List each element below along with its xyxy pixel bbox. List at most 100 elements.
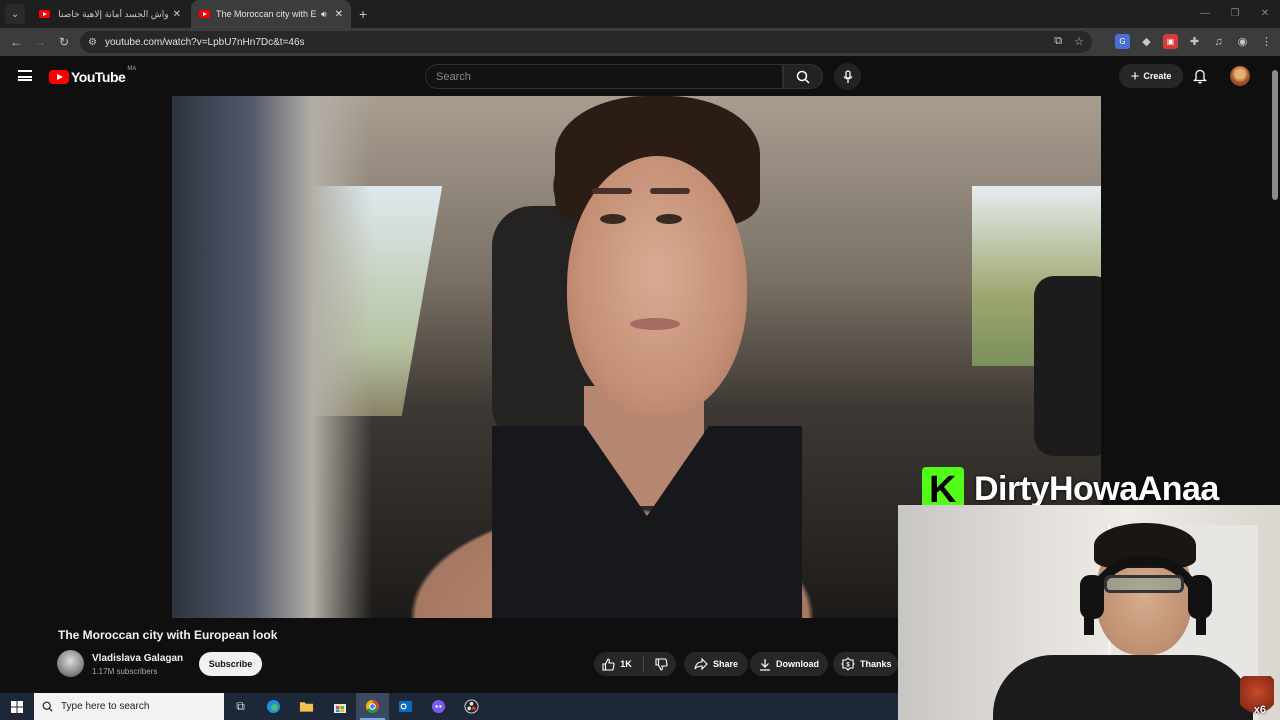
site-info-icon[interactable]: ⚙︎ (88, 37, 97, 48)
thanks-button[interactable]: $ Thanks (833, 652, 898, 676)
chrome-icon[interactable] (356, 693, 389, 720)
streamer-name: DirtyHowaAnaa (974, 469, 1219, 508)
discord-like-app-icon[interactable] (422, 693, 455, 720)
share-icon (694, 658, 708, 670)
chrome-logo-icon (365, 699, 380, 714)
video-scene (592, 188, 632, 194)
close-tab-icon[interactable]: ✕ (173, 9, 181, 20)
outlook-icon[interactable] (389, 693, 422, 720)
create-button[interactable]: + Create (1119, 64, 1183, 88)
translate-extension-icon[interactable]: G (1115, 34, 1130, 49)
folder-icon (299, 702, 314, 712)
app-logo-icon (431, 699, 446, 714)
search-input[interactable] (426, 65, 782, 88)
notifications-button[interactable] (1192, 68, 1208, 89)
download-icon (760, 658, 770, 671)
thanks-label: Thanks (860, 659, 892, 669)
restore-icon[interactable]: ❐ (1220, 0, 1250, 28)
webcam-scene (1104, 575, 1184, 593)
webcam-scene (1080, 575, 1104, 619)
video-scene (567, 156, 747, 416)
page-scrollbar[interactable] (1270, 62, 1280, 462)
back-icon[interactable]: ← (4, 35, 28, 49)
mic-icon (842, 69, 853, 83)
webcam-feed: x6 (898, 505, 1280, 720)
reload-icon[interactable]: ↻ (52, 35, 76, 49)
address-bar[interactable]: ⚙︎ youtube.com/watch?v=LpbU7nHn7Dc&t=46s… (80, 31, 1092, 53)
user-avatar[interactable] (1230, 66, 1250, 86)
extension-diamond-icon[interactable]: ◆ (1139, 34, 1154, 49)
share-label: Share (712, 659, 738, 669)
search-button[interactable] (783, 64, 823, 89)
edge-icon[interactable] (257, 693, 290, 720)
subscribe-button[interactable]: Subscribe (199, 652, 262, 676)
hamburger-menu-icon[interactable] (18, 70, 32, 81)
country-code: MA (127, 66, 137, 72)
speaker-icon[interactable]: 🔊︎ (321, 9, 327, 20)
tab-title: The Moroccan city with European look (216, 9, 317, 19)
extension-red-icon[interactable]: ▣ (1163, 34, 1178, 49)
media-control-icon[interactable]: ♫ (1211, 34, 1226, 49)
video-scene (600, 214, 626, 224)
channel-name[interactable]: Vladislava Galagan (92, 653, 183, 664)
subscriber-count: 1.17M subscribers (92, 667, 158, 676)
more-menu-icon[interactable]: ⋮ (1259, 34, 1274, 49)
search-icon (42, 701, 53, 712)
bell-icon (1192, 69, 1208, 84)
video-scene (656, 214, 682, 224)
webcam-scene (1188, 575, 1212, 619)
logo-text: YouTube (71, 69, 126, 85)
tab-search-button[interactable]: ⌄ (5, 4, 25, 24)
download-button[interactable]: Download (750, 652, 828, 676)
divider (642, 656, 644, 672)
browser-tab-strip: ⌄ واش الجسد أمانة إلاهية خاصنا نحافظو ✕ … (0, 0, 1280, 28)
browser-tab-active[interactable]: The Moroccan city with European look 🔊︎ … (191, 0, 351, 28)
taskbar-search-placeholder[interactable]: Type here to search (61, 701, 149, 712)
search-icon (796, 70, 810, 84)
new-tab-button[interactable]: + (359, 6, 367, 22)
extensions-puzzle-icon[interactable]: ✚ (1187, 34, 1202, 49)
browser-toolbar: ← → ↻ ⚙︎ youtube.com/watch?v=LpbU7nHn7Dc… (0, 28, 1280, 56)
bookmark-star-icon[interactable]: ☆ (1074, 35, 1084, 48)
like-count[interactable]: 1K (620, 659, 632, 669)
task-view-icon[interactable]: ⧉ (224, 693, 257, 720)
youtube-header: YouTube MA + Create (0, 56, 1280, 96)
obs-icon[interactable] (455, 693, 488, 720)
like-icon[interactable] (602, 657, 615, 671)
scrollbar-thumb[interactable] (1272, 70, 1278, 200)
youtube-favicon-icon (39, 10, 50, 18)
outlook-logo-icon (398, 700, 413, 713)
minimize-icon[interactable]: — (1190, 0, 1220, 28)
close-window-icon[interactable]: ✕ (1250, 0, 1280, 28)
share-button[interactable]: Share (684, 652, 748, 676)
forward-icon[interactable]: → (28, 35, 52, 49)
video-scene (630, 318, 680, 330)
windows-taskbar: Type here to search ⧉ (0, 693, 898, 720)
create-label: Create (1143, 71, 1172, 81)
url-text[interactable]: youtube.com/watch?v=LpbU7nHn7Dc&t=46s (105, 37, 305, 48)
voice-search-button[interactable] (834, 63, 861, 90)
windows-start-button[interactable] (0, 693, 34, 720)
install-app-icon[interactable]: ⧉ (1054, 35, 1062, 48)
taskbar-search[interactable]: Type here to search (34, 693, 224, 720)
download-label: Download (776, 659, 819, 669)
dislike-icon[interactable] (655, 657, 668, 671)
youtube-logo[interactable]: YouTube MA (49, 66, 137, 85)
close-tab-icon[interactable]: ✕ (335, 9, 343, 20)
profile-icon[interactable]: ◉ (1235, 34, 1250, 49)
obs-logo-icon (464, 699, 479, 714)
file-explorer-icon[interactable] (290, 693, 323, 720)
window-controls: — ❐ ✕ (1190, 0, 1280, 28)
video-scene (650, 188, 690, 194)
video-title: The Moroccan city with European look (58, 628, 278, 642)
store-icon[interactable] (323, 693, 356, 720)
channel-avatar[interactable] (57, 650, 84, 677)
search-box (425, 64, 783, 89)
extensions-area: G ◆ ▣ ✚ ♫ ◉ ⋮ (1115, 34, 1274, 49)
youtube-favicon-icon (199, 10, 210, 18)
tab-title: واش الجسد أمانة إلاهية خاصنا نحافظو (56, 8, 169, 19)
edge-logo-icon (266, 699, 281, 714)
store-bag-icon (333, 703, 346, 713)
browser-tab[interactable]: واش الجسد أمانة إلاهية خاصنا نحافظو ✕ (31, 0, 189, 28)
badge-count: x6 (1253, 704, 1266, 716)
